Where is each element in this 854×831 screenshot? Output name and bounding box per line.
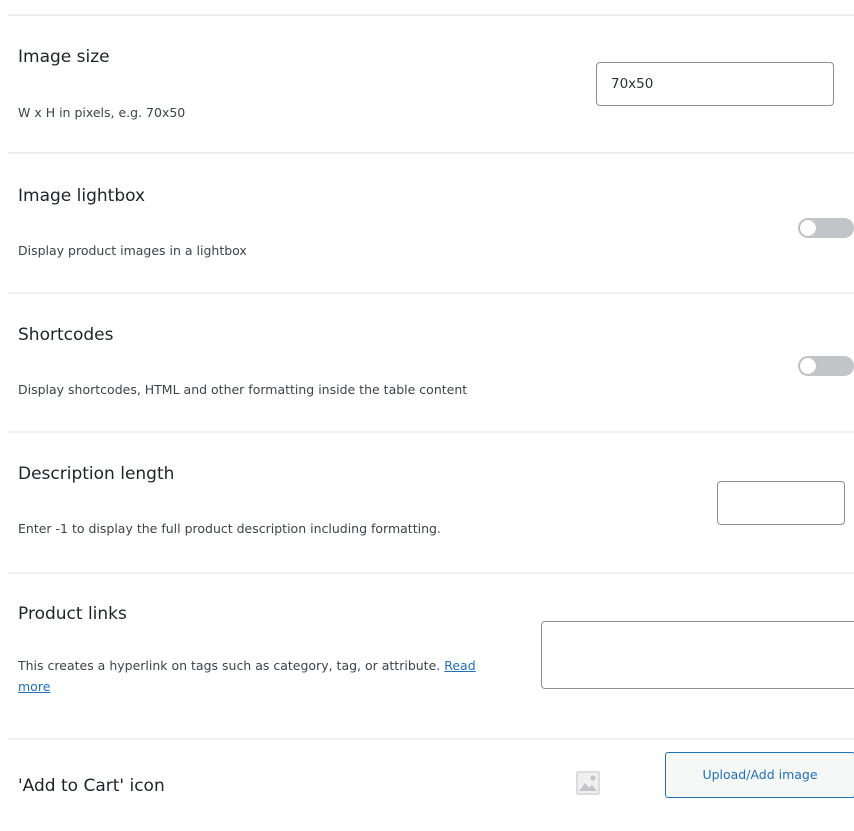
image-lightbox-toggle[interactable]	[798, 218, 854, 238]
toggle-knob	[800, 220, 816, 236]
shortcodes-description: Display shortcodes, HTML and other forma…	[18, 382, 468, 397]
product-links-label: Product links	[18, 604, 127, 624]
image-size-input[interactable]	[596, 62, 834, 106]
product-links-description: This creates a hyperlink on tags such as…	[18, 655, 498, 697]
product-links-description-text: This creates a hyperlink on tags such as…	[18, 658, 441, 673]
divider	[8, 14, 854, 16]
image-size-label: Image size	[18, 47, 110, 67]
description-length-description: Enter -1 to display the full product des…	[18, 521, 441, 536]
settings-page: Image size W x H in pixels, e.g. 70x50 I…	[0, 0, 854, 831]
image-lightbox-description: Display product images in a lightbox	[18, 243, 247, 258]
divider	[8, 738, 854, 740]
toggle-knob	[800, 358, 816, 374]
product-links-textarea[interactable]	[541, 621, 854, 689]
divider	[8, 292, 854, 294]
divider	[8, 152, 854, 154]
image-lightbox-label: Image lightbox	[18, 186, 146, 206]
shortcodes-label: Shortcodes	[18, 325, 114, 345]
divider	[8, 431, 854, 433]
shortcodes-toggle[interactable]	[798, 356, 854, 376]
image-placeholder-icon	[576, 771, 600, 795]
divider	[8, 572, 854, 574]
description-length-label: Description length	[18, 464, 175, 484]
image-size-description: W x H in pixels, e.g. 70x50	[18, 105, 186, 120]
upload-add-image-button[interactable]: Upload/Add image	[665, 752, 854, 798]
description-length-input[interactable]	[717, 481, 845, 525]
add-to-cart-icon-label: 'Add to Cart' icon	[18, 776, 165, 796]
